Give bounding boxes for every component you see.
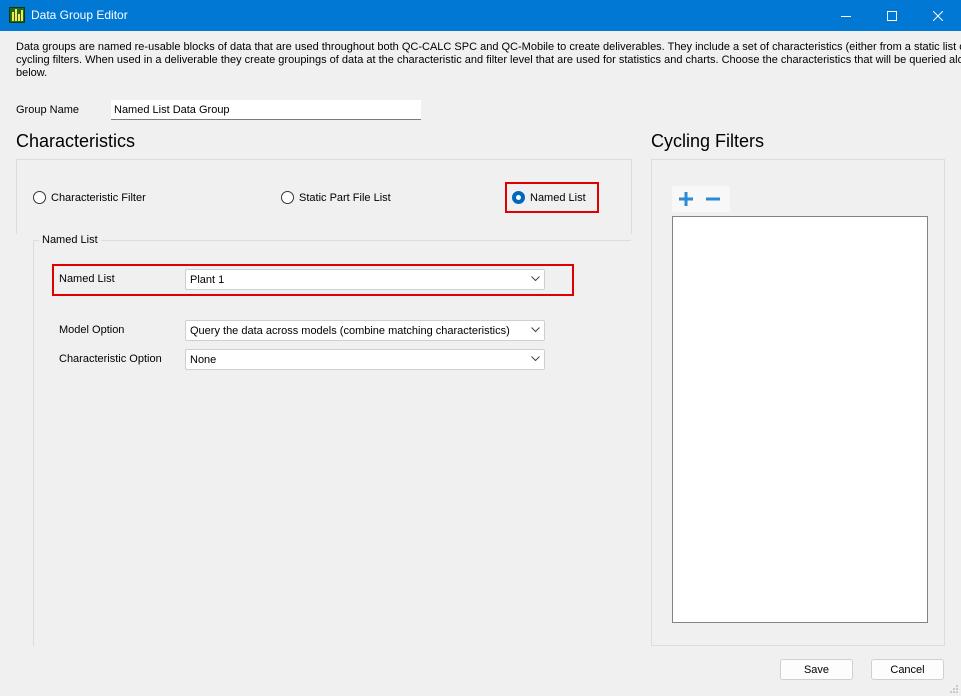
title-bar: Data Group Editor bbox=[0, 0, 961, 31]
description-line: cycling filters. When used in a delivera… bbox=[16, 54, 961, 66]
description-line: Data groups are named re-usable blocks o… bbox=[16, 41, 961, 53]
chevron-down-icon bbox=[531, 327, 540, 333]
group-name-input[interactable] bbox=[111, 100, 421, 120]
group-name-label: Group Name bbox=[16, 104, 79, 116]
cycling-filters-heading: Cycling Filters bbox=[651, 131, 765, 151]
characteristic-option-value: None bbox=[190, 354, 217, 366]
radio-static-part-file-list[interactable]: Static Part File List bbox=[281, 191, 391, 204]
characteristic-option-label: Characteristic Option bbox=[59, 353, 162, 365]
minimize-button[interactable] bbox=[823, 0, 869, 31]
radio-label: Static Part File List bbox=[299, 191, 391, 204]
characteristic-option-dropdown[interactable]: None bbox=[185, 349, 545, 370]
maximize-icon bbox=[887, 10, 897, 21]
save-button[interactable]: Save bbox=[780, 659, 853, 680]
chevron-down-icon bbox=[531, 356, 540, 362]
description-text: Data groups are named re-usable blocks o… bbox=[16, 41, 961, 81]
characteristics-heading: Characteristics bbox=[16, 131, 136, 151]
minimize-icon bbox=[841, 15, 851, 17]
description-line: below. bbox=[16, 67, 48, 79]
app-icon bbox=[9, 7, 25, 23]
add-filter-button[interactable] bbox=[677, 190, 695, 208]
radio-unchecked-icon bbox=[33, 191, 46, 204]
cycling-filters-list[interactable] bbox=[672, 216, 928, 623]
named-list-groupbox bbox=[33, 240, 631, 646]
minus-icon bbox=[706, 197, 720, 201]
remove-filter-button[interactable] bbox=[704, 190, 722, 208]
radio-characteristic-filter[interactable]: Characteristic Filter bbox=[33, 191, 146, 204]
model-option-value: Query the data across models (combine ma… bbox=[190, 325, 510, 337]
highlight-box-radio bbox=[505, 182, 599, 213]
model-option-dropdown[interactable]: Query the data across models (combine ma… bbox=[185, 320, 545, 341]
plus-icon bbox=[679, 192, 693, 206]
resize-grip-icon[interactable] bbox=[949, 684, 959, 694]
close-icon bbox=[933, 10, 943, 21]
cancel-button[interactable]: Cancel bbox=[871, 659, 944, 680]
highlight-box-named-list bbox=[52, 264, 574, 296]
radio-label: Characteristic Filter bbox=[51, 191, 146, 204]
named-list-groupbox-title: Named List bbox=[39, 234, 101, 246]
radio-unchecked-icon bbox=[281, 191, 294, 204]
model-option-label: Model Option bbox=[59, 324, 125, 336]
window-title: Data Group Editor bbox=[31, 8, 128, 22]
close-button[interactable] bbox=[915, 0, 961, 31]
maximize-button[interactable] bbox=[869, 0, 915, 31]
cycling-filters-toolbar bbox=[672, 186, 730, 212]
